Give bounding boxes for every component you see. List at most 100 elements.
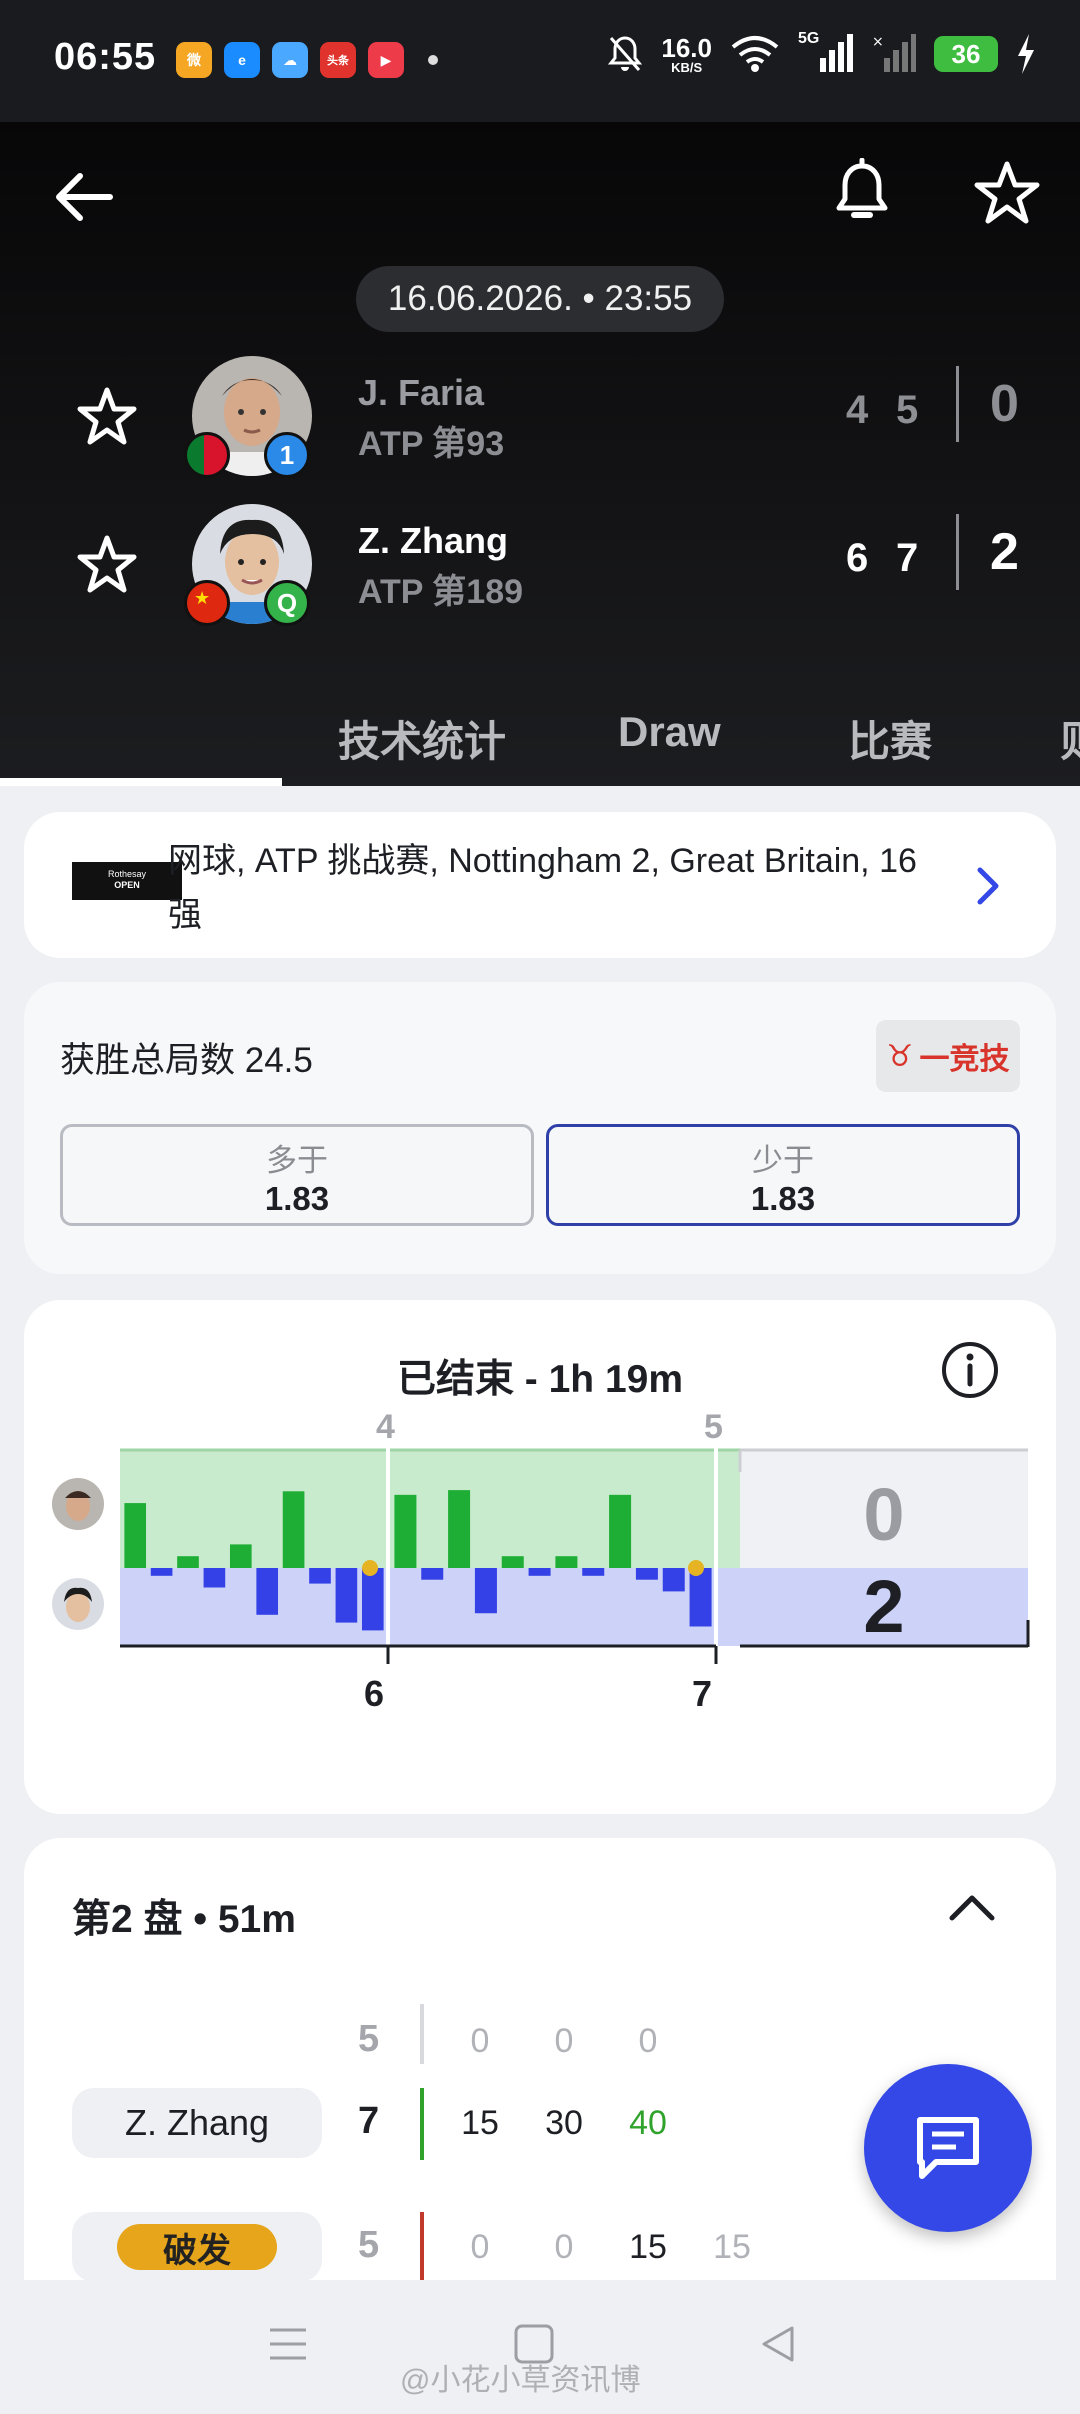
point-score: 40 [629,2104,667,2142]
info-icon[interactable] [940,1340,1000,1400]
set-title: 第2 盘 • 51m [72,1898,296,1941]
momentum-graph: 4 5 6 7 0 2 [52,1410,1030,1714]
toutiao-icon: 头条 [320,42,356,78]
chevron-up-icon[interactable] [948,1888,996,1928]
momentum-bar [448,1490,471,1568]
status-app-icons: 微 e ☁ 头条 ▶ [176,42,438,78]
favorite-star-icon[interactable] [972,158,1042,228]
momentum-bar [256,1568,279,1615]
weibo-icon: 微 [176,42,212,78]
momentum-bar [394,1494,417,1568]
point-score: 15 [713,2228,751,2266]
score-top: 0 [863,1473,904,1556]
tab-draw[interactable]: Draw [618,708,721,756]
point-score: 0 [554,2022,574,2060]
momentum-bar [150,1568,173,1576]
game-score: 7 [358,2100,380,2142]
status-bar: 06:55 微 e ☁ 头条 ▶ 16.0 KB/S 5G × 36 [0,0,1080,122]
momentum-card: 已结束 - 1h 19m 4 5 6 7 0 2 [24,1300,1056,1814]
momentum-bar [309,1568,331,1584]
svg-text:×: × [872,34,884,50]
watermark: @小花小草资讯博 [400,2364,641,2397]
avatar [52,1578,104,1630]
player-rank: ATP 第93 [358,425,505,463]
content-scroll[interactable]: Rothesay OPEN 网球, ATP 挑战赛, Nottingham 2,… [0,786,1080,2280]
bookmaker-logo[interactable]: ♉ 一竞技 [876,1020,1020,1092]
score-divider [956,366,959,442]
odds-under-button[interactable]: 少于 1.83 [546,1124,1020,1226]
player-rank: ATP 第189 [358,573,524,611]
momentum-bar [474,1568,497,1614]
point-score: 0 [638,2022,658,2060]
tab-overview[interactable] [48,708,228,756]
tournament-logo: Rothesay OPEN [72,862,182,900]
momentum-bar [229,1544,252,1568]
chevron-right-icon [977,867,999,905]
active-tab-indicator [0,778,282,786]
player-row-faria[interactable]: 1 J. Faria ATP 第93 4 5 0 [0,352,1080,482]
chat-icon [917,2117,979,2179]
sets-won: 0 [990,375,1019,433]
avatar [52,1478,104,1530]
charging-icon [1018,34,1034,74]
tab-odds[interactable]: 则 [1060,708,1080,769]
chat-button[interactable] [864,2064,1032,2232]
status-time: 06:55 [54,36,157,78]
server-line [420,2088,424,2160]
tennis-ball-icon [362,1560,378,1576]
top-set-label: 5 [704,1410,723,1446]
back-arrow-icon[interactable] [50,162,120,232]
odds-over-button[interactable]: 多于 1.83 [60,1124,534,1226]
top-set-label: 4 [376,1410,395,1446]
tab-matches[interactable]: 比赛 [848,708,932,769]
momentum-bar [609,1494,632,1568]
tab-statistics[interactable]: 技术统计 [338,708,506,769]
odds-card: 获胜总局数 24.5 ♉ 一竞技 多于 1.83 少于 1.83 [24,982,1056,1274]
point-score: 0 [470,2022,490,2060]
player-row-zhang[interactable]: ★ Q Z. Zhang ATP 第189 6 7 2 [0,500,1080,630]
server-line [420,2212,424,2280]
momentum-bar [501,1556,524,1568]
follow-player-star-icon[interactable] [76,534,138,596]
momentum-bar [203,1568,226,1588]
follow-player-star-icon[interactable] [76,386,138,448]
momentum-bar [421,1568,444,1580]
seed-badge: 1 [264,432,310,478]
player-name: J. Faria [358,372,485,413]
back-nav-icon[interactable] [756,2324,800,2364]
set-score: 5 [896,388,919,432]
wifi-icon [731,36,779,72]
signal-sim2-icon: × [872,34,916,72]
league-name: 网球, ATP 挑战赛, Nottingham 2, Great Britain… [168,842,917,934]
tennis-ball-icon [688,1560,704,1576]
game-row: 5 0 0 0 [24,2004,1056,2084]
bottom-set-label: 7 [692,1673,712,1714]
bottom-set-label: 6 [364,1673,384,1714]
game-score: 5 [358,2224,380,2266]
match-header: 16.06.2026. • 23:55 1 J. Faria ATP 第93 4… [0,122,1080,786]
notification-bell-icon[interactable] [832,158,892,228]
status-right: 16.0 KB/S 5G × 36 [607,30,1036,74]
momentum-bar [582,1568,605,1576]
point-score: 30 [545,2104,583,2142]
ele-icon: e [224,42,260,78]
momentum-bar [662,1568,685,1592]
point-score: 0 [470,2228,490,2266]
league-card[interactable]: Rothesay OPEN 网球, ATP 挑战赛, Nottingham 2,… [24,812,1056,958]
break-pill: 破发 [72,2212,322,2280]
score-divider [956,514,959,590]
game-winner-pill: Z. Zhang [72,2088,322,2158]
set-score: 4 [846,388,869,432]
break-badge: 破发 [117,2224,277,2270]
score-bottom: 2 [863,1565,904,1648]
point-score: 15 [629,2228,667,2266]
tab-bar: 技术统计 Draw 比赛 则 [0,682,1080,786]
signal-5g-icon: 5G [798,30,854,74]
menu-icon[interactable] [266,2324,310,2364]
faria-zone [120,1450,740,1568]
momentum-bar [635,1568,658,1580]
odds-market-title: 获胜总局数 24.5 [60,1041,313,1080]
momentum-bar [282,1491,305,1568]
set-score: 6 [846,536,869,580]
momentum-bar [689,1568,712,1627]
